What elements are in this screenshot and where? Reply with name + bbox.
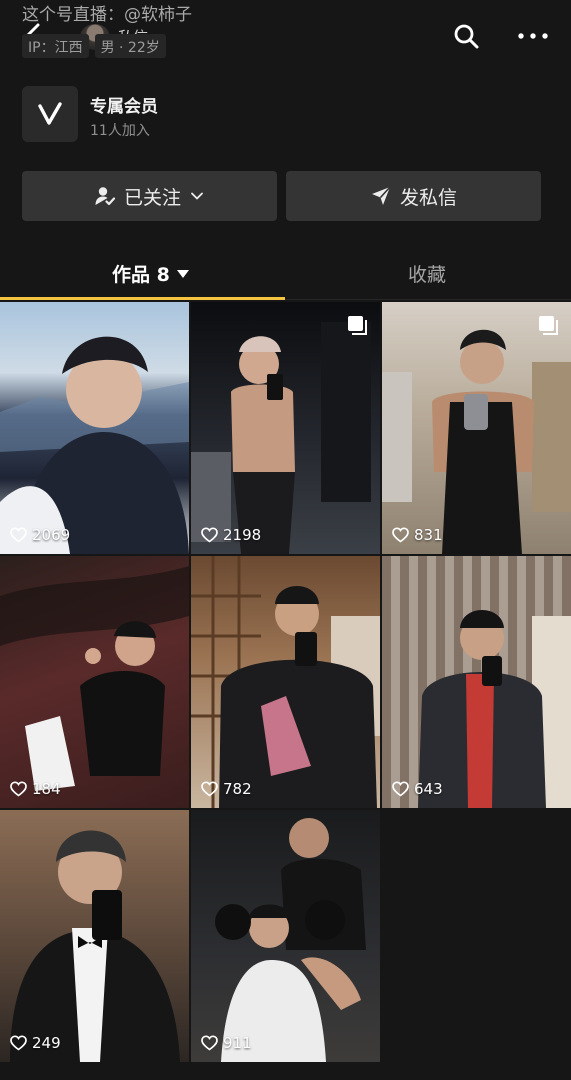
- user-check-icon: [95, 187, 116, 206]
- multi-image-icon: [348, 316, 367, 335]
- live-account-name[interactable]: @软柿子: [124, 5, 192, 25]
- like-count: 782: [201, 780, 252, 798]
- video-thumbnail[interactable]: 911: [191, 810, 380, 1062]
- like-count-value: 643: [414, 780, 443, 798]
- member-title: 专属会员: [90, 97, 158, 117]
- heart-icon: [201, 1035, 218, 1051]
- heart-icon: [392, 527, 409, 543]
- video-thumbnail[interactable]: 782: [191, 556, 380, 808]
- like-count-value: 911: [223, 1034, 252, 1052]
- tab-works[interactable]: 作品 8: [112, 260, 190, 287]
- video-thumbnail[interactable]: 249: [0, 810, 189, 1062]
- thumbnail-image: [0, 336, 189, 554]
- video-thumbnail[interactable]: 184: [0, 556, 189, 808]
- profile-tabs: 作品 8 收藏: [0, 246, 571, 300]
- gender-age-tag: 男 · 22岁: [94, 34, 166, 58]
- like-count: 249: [10, 1034, 61, 1052]
- heart-icon: [201, 781, 218, 797]
- tab-favorites[interactable]: 收藏: [408, 260, 446, 287]
- like-count: 2069: [10, 526, 70, 544]
- caret-down-icon: [176, 269, 189, 278]
- thumbnail-image: [191, 556, 380, 808]
- like-count: 2198: [201, 526, 261, 544]
- video-thumbnail[interactable]: 831: [382, 302, 571, 554]
- chevron-down-icon: [191, 192, 203, 200]
- tab-works-label: 作品 8: [112, 264, 170, 286]
- active-tab-indicator: [0, 297, 285, 300]
- like-count-value: 782: [223, 780, 252, 798]
- like-count: 643: [392, 780, 443, 798]
- top-bar: 这个号直播：@软柿子 私信 IP：江西 男 · 22岁: [0, 0, 571, 60]
- follow-button[interactable]: 已关注: [22, 171, 277, 221]
- heart-icon: [10, 781, 27, 797]
- profile-tags: IP：江西 男 · 22岁: [22, 34, 166, 58]
- heart-icon: [201, 527, 218, 543]
- thumbnail-image: [215, 818, 366, 1062]
- follow-button-label: 已关注: [123, 186, 181, 209]
- video-thumbnail[interactable]: 2198: [191, 302, 380, 554]
- paper-plane-icon: [371, 186, 391, 205]
- member-logo-icon: [22, 86, 78, 142]
- more-icon[interactable]: [516, 26, 550, 46]
- like-count-value: 184: [32, 780, 61, 798]
- like-count: 184: [10, 780, 61, 798]
- ip-location-tag: IP：江西: [22, 34, 89, 58]
- search-icon[interactable]: [452, 22, 480, 50]
- thumbnail-image: [191, 322, 371, 554]
- thumbnail-image: [10, 830, 180, 1062]
- video-thumbnail[interactable]: 2069: [0, 302, 189, 554]
- thumbnail-image: [382, 329, 571, 554]
- member-count: 11人加入: [90, 123, 150, 139]
- send-message-label: 发私信: [399, 186, 457, 209]
- heart-icon: [392, 781, 409, 797]
- video-grid: 2069 2198 831 184 782 643 249 911: [0, 302, 571, 1062]
- video-thumbnail[interactable]: 643: [382, 556, 571, 808]
- like-count-value: 249: [32, 1034, 61, 1052]
- heart-icon: [10, 1035, 27, 1051]
- member-club[interactable]: 专属会员 11人加入: [22, 86, 542, 146]
- like-count: 831: [392, 526, 443, 544]
- like-count-value: 831: [414, 526, 443, 544]
- multi-image-icon: [539, 316, 558, 335]
- thumbnail-image: [0, 566, 189, 791]
- heart-icon: [10, 527, 27, 543]
- thumbnail-image: [382, 556, 571, 808]
- like-count-value: 2198: [223, 526, 262, 544]
- like-count: 911: [201, 1034, 252, 1052]
- like-count-value: 2069: [32, 526, 71, 544]
- send-message-button[interactable]: 发私信: [286, 171, 541, 221]
